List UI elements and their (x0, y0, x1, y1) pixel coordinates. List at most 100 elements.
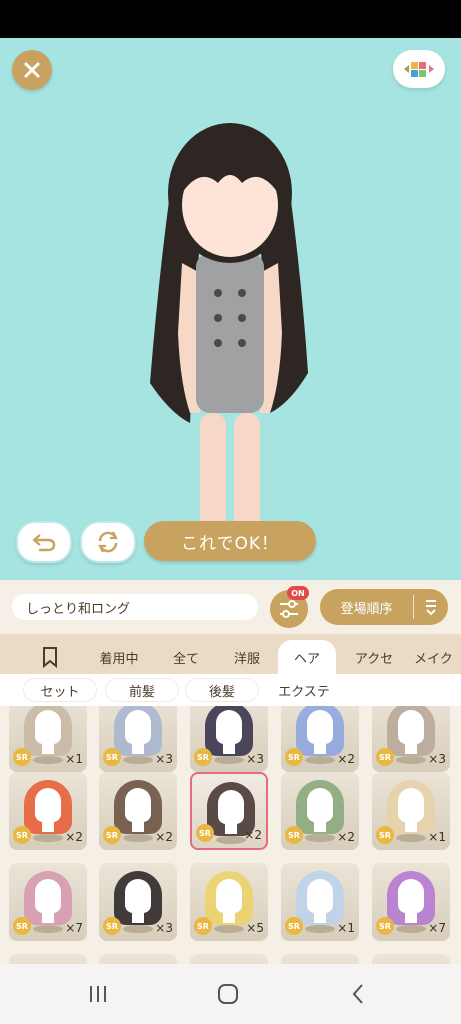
mannequin-stand (33, 925, 63, 933)
rarity-badge: SR (285, 748, 303, 766)
item-count: ×1 (65, 752, 83, 766)
item-name-display: しっとり和ロング (12, 594, 258, 620)
recent-apps-icon (90, 986, 106, 1002)
hair-item-card[interactable]: SR ×3 (99, 706, 177, 772)
mannequin-stand (396, 925, 426, 933)
back-icon (352, 984, 363, 1004)
subtab-back-hair[interactable]: 後髪 (186, 679, 258, 701)
hair-item-card-partial[interactable] (9, 954, 87, 964)
mannequin-head (125, 710, 151, 744)
rarity-badge: SR (194, 748, 212, 766)
avatar-stage: これでOK！ (0, 38, 461, 580)
tab-bookmark[interactable] (30, 640, 70, 674)
item-count: ×3 (246, 752, 264, 766)
recent-apps-button[interactable] (78, 980, 118, 1008)
mannequin-stand (123, 756, 153, 764)
control-bar: しっとり和ロング ON 登場順序 (0, 580, 461, 634)
mannequin-head (307, 879, 333, 913)
hair-item-card[interactable]: SR ×1 (372, 772, 450, 850)
mannequin-head (307, 710, 333, 744)
tab-all[interactable]: 全て (160, 640, 212, 674)
mannequin-head (218, 790, 244, 824)
mannequin-stand (214, 756, 244, 764)
hair-item-card[interactable]: SR ×2 (190, 772, 268, 850)
mannequin-head (35, 879, 61, 913)
sort-button[interactable]: 登場順序 (320, 589, 448, 625)
hair-item-card-partial[interactable] (99, 954, 177, 964)
subtab-set[interactable]: セット (24, 679, 96, 701)
mannequin-head (125, 788, 151, 822)
tab-wearing[interactable]: 着用中 (88, 640, 150, 674)
mannequin-stand (305, 756, 335, 764)
hair-item-card[interactable]: SR ×3 (190, 706, 268, 772)
mannequin-neck (42, 913, 54, 923)
home-button[interactable] (208, 980, 248, 1008)
palette-button[interactable] (393, 50, 445, 88)
bookmark-icon (43, 647, 57, 668)
mannequin-neck (405, 744, 417, 754)
close-button[interactable] (12, 50, 52, 90)
rarity-badge: SR (376, 748, 394, 766)
hair-item-card-partial[interactable] (372, 954, 450, 964)
rarity-badge: SR (194, 917, 212, 935)
tab-hair[interactable]: ヘア (278, 640, 336, 674)
hair-item-grid: SR ×1 SR ×3 SR ×3 SR ×2 SR ×3 SR ×2 SR ×2 SR ×2 SR ×2 SR ×1… (0, 706, 461, 964)
mannequin-neck (225, 824, 237, 834)
filter-on-badge: ON (287, 586, 309, 600)
hair-item-card-partial[interactable] (190, 954, 268, 964)
hair-item-card[interactable]: SR ×7 (9, 863, 87, 941)
subtab-extension[interactable]: エクステ (268, 679, 340, 701)
hair-item-card[interactable]: SR ×3 (372, 706, 450, 772)
rarity-badge: SR (103, 826, 121, 844)
undo-icon (32, 534, 56, 552)
item-count: ×3 (428, 752, 446, 766)
mannequin-stand (396, 756, 426, 764)
item-count: ×7 (428, 921, 446, 935)
hair-item-card[interactable]: SR ×1 (281, 863, 359, 941)
tab-clothes[interactable]: 洋服 (220, 640, 274, 674)
hair-item-card[interactable]: SR ×2 (9, 772, 87, 850)
hair-item-card[interactable]: SR ×1 (9, 706, 87, 772)
confirm-ok-button[interactable]: これでOK！ (144, 521, 316, 561)
hair-item-card[interactable]: SR ×2 (99, 772, 177, 850)
hair-subtabs: セット 前髪 後髪 エクステ (0, 674, 461, 706)
mannequin-neck (132, 913, 144, 923)
mannequin-head (35, 710, 61, 744)
rarity-badge: SR (376, 917, 394, 935)
rarity-badge: SR (285, 826, 303, 844)
rotate-button[interactable] (80, 521, 136, 563)
rarity-badge: SR (13, 748, 31, 766)
item-count: ×2 (155, 830, 173, 844)
rarity-badge: SR (103, 748, 121, 766)
mannequin-head (307, 788, 333, 822)
hair-item-card-partial[interactable] (281, 954, 359, 964)
hair-item-card[interactable]: SR ×2 (281, 772, 359, 850)
mannequin-stand (123, 834, 153, 842)
mannequin-head (125, 879, 151, 913)
tab-accessory[interactable]: アクセ (342, 640, 406, 674)
mannequin-stand (123, 925, 153, 933)
mannequin-neck (314, 744, 326, 754)
rarity-badge: SR (196, 824, 214, 842)
hair-item-card[interactable]: SR ×7 (372, 863, 450, 941)
back-button[interactable] (338, 980, 378, 1008)
item-count: ×5 (246, 921, 264, 935)
avatar-figure (150, 123, 308, 553)
category-tabs: 着用中 全て 洋服 ヘア アクセ メイク (0, 634, 461, 674)
mannequin-head (216, 710, 242, 744)
mannequin-neck (314, 913, 326, 923)
android-nav-bar (0, 964, 461, 1024)
mannequin-neck (223, 744, 235, 754)
item-count: ×1 (428, 830, 446, 844)
mannequin-neck (405, 822, 417, 832)
subtab-front-hair[interactable]: 前髪 (106, 679, 178, 701)
tab-makeup[interactable]: メイク (414, 640, 461, 674)
mannequin-stand (305, 834, 335, 842)
item-count: ×3 (155, 752, 173, 766)
undo-button[interactable] (16, 521, 72, 563)
hair-item-card[interactable]: SR ×2 (281, 706, 359, 772)
hair-item-card[interactable]: SR ×5 (190, 863, 268, 941)
sort-icon (414, 598, 448, 616)
hair-item-card[interactable]: SR ×3 (99, 863, 177, 941)
item-count: ×2 (337, 830, 355, 844)
